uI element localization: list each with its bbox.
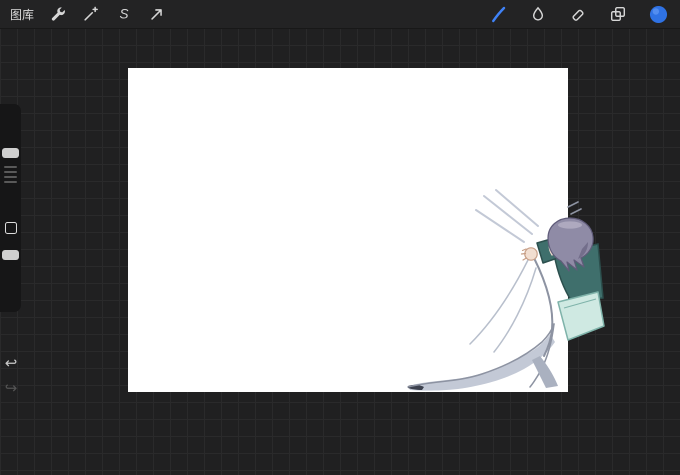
smudge-icon xyxy=(529,5,547,23)
redo-button[interactable]: ↪ xyxy=(1,379,21,399)
active-color-swatch[interactable] xyxy=(648,4,668,24)
paint-tool-button[interactable] xyxy=(488,4,508,24)
top-toolbar: 图库 S xyxy=(0,0,680,29)
magic-wand-icon xyxy=(82,5,100,23)
adjustments-button[interactable] xyxy=(81,4,101,24)
selection-button[interactable]: S xyxy=(114,4,134,24)
drawing-canvas[interactable] xyxy=(128,68,568,392)
wrench-icon xyxy=(49,5,67,23)
eraser-icon xyxy=(569,5,587,23)
opacity-slider[interactable] xyxy=(2,250,19,260)
paint-brush-icon xyxy=(489,5,508,24)
modify-button[interactable] xyxy=(5,222,17,234)
transform-button[interactable] xyxy=(147,4,167,24)
grip-line xyxy=(4,171,17,173)
sidebar-sliders xyxy=(0,104,21,312)
erase-tool-button[interactable] xyxy=(568,4,588,24)
selection-s-icon: S xyxy=(115,5,133,23)
grip-line xyxy=(4,166,17,168)
layers-icon xyxy=(609,5,627,23)
transform-arrow-icon xyxy=(148,5,166,23)
grip-line xyxy=(4,176,17,178)
actions-button[interactable] xyxy=(48,4,68,24)
grip-line xyxy=(4,181,17,183)
svg-text:S: S xyxy=(120,7,129,22)
right-tool-group xyxy=(488,4,680,24)
layers-button[interactable] xyxy=(608,4,628,24)
redo-arrow-icon: ↪ xyxy=(4,380,18,397)
gallery-button[interactable]: 图库 xyxy=(0,6,40,23)
smudge-tool-button[interactable] xyxy=(528,4,548,24)
undo-arrow-icon: ↩ xyxy=(4,355,18,372)
undo-button[interactable]: ↩ xyxy=(1,354,21,374)
brush-size-slider[interactable] xyxy=(2,148,19,158)
left-tool-group: S xyxy=(48,4,167,24)
